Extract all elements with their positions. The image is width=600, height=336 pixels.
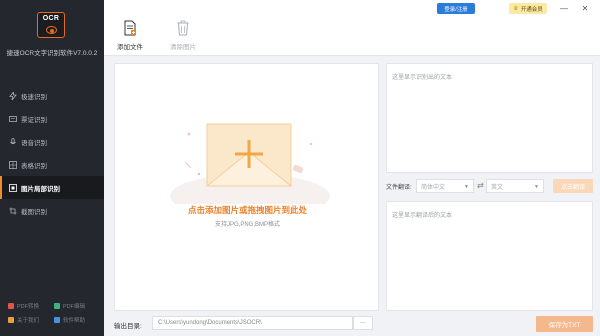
pdf-edit-icon — [54, 303, 60, 309]
add-file-button[interactable]: 添加文件 — [110, 20, 150, 51]
browse-button[interactable]: ··· — [353, 316, 373, 330]
help-icon — [54, 317, 60, 323]
crown-icon: ♛ — [513, 6, 519, 12]
sidebar-item-label: 票证识别 — [21, 116, 47, 124]
translated-text-area[interactable]: 这里显示翻译后的文本 — [386, 201, 593, 311]
translate-button[interactable]: 点击翻译 — [553, 179, 593, 193]
translate-row: 文件翻译: 简体中文 ▼ ⇄ 英文 ▼ 点击翻译 — [386, 179, 593, 193]
clear-images-button[interactable]: 清除图片 — [163, 20, 203, 51]
drop-zone-format-hint: 支持JPG,PNG,BMP格式 — [214, 222, 280, 228]
lightning-icon — [9, 91, 17, 100]
pdf-convert-icon — [8, 303, 14, 309]
sidebar-item-partial-image-ocr[interactable]: 图片局部识别 — [0, 176, 104, 199]
pdf-convert-link[interactable]: PDF转换 — [8, 302, 54, 310]
sidebar-item-screenshot-ocr[interactable]: 截图识别 — [0, 199, 104, 222]
vip-label: 开通会员 — [520, 6, 543, 13]
add-file-icon — [123, 20, 137, 36]
sidebar-item-voice-ocr[interactable]: 语音识别 — [0, 130, 104, 153]
output-directory-field[interactable]: C:\Users\yundong\Documents\JSOCR\ — [152, 316, 353, 330]
recognized-text-placeholder: 这里显示识别出的文本 — [392, 75, 453, 81]
screenshot-icon — [9, 207, 17, 215]
sidebar: OCR 捷速OCR文字识别软件V7.0.0.2 极速识别 票证识别 语音识别 表… — [0, 0, 104, 336]
sidebar-item-label: 表格识别 — [21, 162, 47, 170]
logo-text: OCR — [42, 15, 60, 22]
sidebar-item-label: 语音识别 — [21, 139, 47, 147]
sidebar-item-label: 截图识别 — [21, 208, 47, 216]
add-image-illustration — [170, 123, 330, 204]
about-link[interactable]: 关于我们 — [8, 316, 54, 324]
translated-text-placeholder: 这里显示翻译后的文本 — [392, 213, 453, 219]
app-logo: OCR — [37, 12, 65, 38]
target-language-value: 英文 — [491, 184, 504, 191]
source-language-value: 简体中文 — [421, 184, 446, 191]
footer-link-label: 关于我们 — [17, 318, 40, 324]
sidebar-item-label: 图片局部识别 — [21, 185, 60, 193]
chevron-down-icon: ▼ — [534, 184, 539, 190]
footer-link-label: 软件帮助 — [63, 318, 86, 324]
target-language-select[interactable]: 英文 ▼ — [486, 179, 544, 193]
footer-link-label: PDF编辑 — [63, 304, 86, 310]
output-directory-label: 输出目录: — [114, 323, 142, 330]
table-icon — [9, 160, 17, 169]
app-title: 捷速OCR文字识别软件V7.0.0.2 — [6, 50, 98, 57]
sidebar-item-fast-ocr[interactable]: 极速识别 — [0, 84, 104, 107]
microphone-icon — [9, 137, 17, 146]
save-as-txt-button[interactable]: 保存为TXT — [536, 316, 593, 332]
sidebar-nav: 极速识别 票证识别 语音识别 表格识别 图片局部识别 截图识别 — [0, 84, 104, 222]
footer-link-label: PDF转换 — [17, 304, 40, 310]
add-file-label: 添加文件 — [117, 44, 143, 51]
toolbar: 添加文件 清除图片 登录/注册 ♛ 开通会员 — ✕ — [104, 0, 600, 56]
recognized-text-area[interactable]: 这里显示识别出的文本 — [386, 63, 593, 173]
crop-icon — [9, 183, 17, 192]
sidebar-item-table-ocr[interactable]: 表格识别 — [0, 153, 104, 176]
swap-language-icon[interactable]: ⇄ — [477, 181, 484, 190]
minimize-button[interactable]: — — [557, 1, 571, 15]
sidebar-item-ticket-ocr[interactable]: 票证识别 — [0, 107, 104, 130]
help-link[interactable]: 软件帮助 — [54, 316, 100, 324]
pdf-edit-link[interactable]: PDF编辑 — [54, 302, 100, 310]
about-icon — [8, 317, 14, 323]
sidebar-item-label: 极速识别 — [21, 93, 47, 101]
open-vip-button[interactable]: ♛ 开通会员 — [509, 3, 547, 14]
ticket-icon — [9, 115, 17, 123]
chevron-down-icon: ▼ — [464, 184, 469, 190]
close-button[interactable]: ✕ — [578, 1, 592, 15]
trash-icon — [176, 20, 190, 36]
image-drop-zone[interactable]: 点击添加图片或拖拽图片到此处 支持JPG,PNG,BMP格式 — [114, 63, 379, 311]
translate-label: 文件翻译: — [386, 185, 412, 191]
drop-zone-main-text: 点击添加图片或拖拽图片到此处 — [187, 205, 307, 215]
clear-images-label: 清除图片 — [170, 44, 196, 51]
sidebar-footer: PDF转换 PDF编辑 关于我们 软件帮助 — [8, 302, 100, 324]
logo-pupil — [50, 28, 54, 33]
login-register-button[interactable]: 登录/注册 — [437, 3, 475, 14]
source-language-select[interactable]: 简体中文 ▼ — [416, 179, 474, 193]
